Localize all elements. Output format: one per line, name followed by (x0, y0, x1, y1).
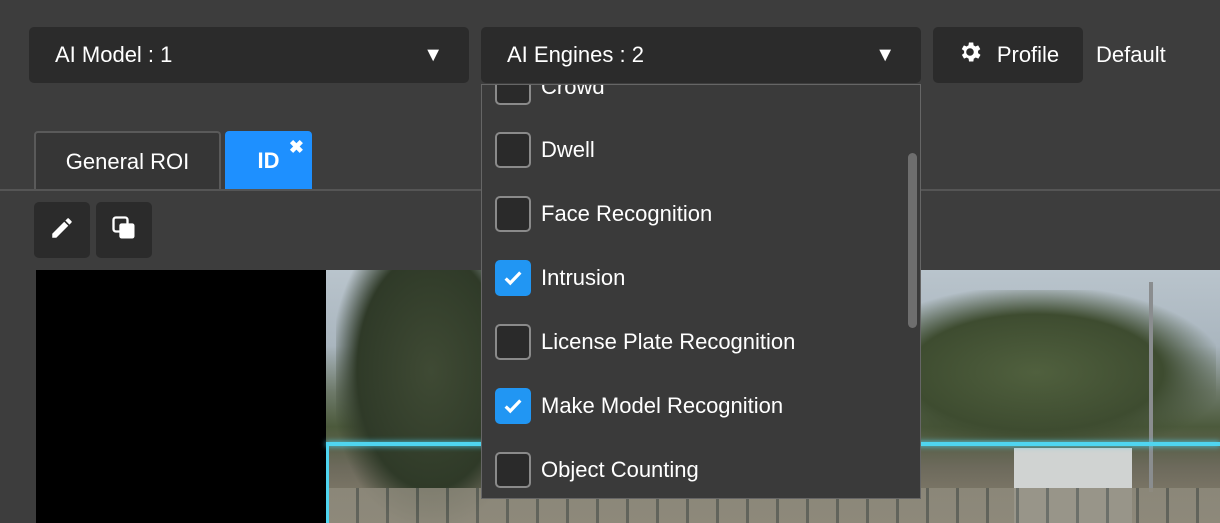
profile-value: Default (1096, 42, 1166, 67)
tree-shape (916, 290, 1216, 440)
copy-button[interactable] (96, 202, 152, 258)
option-label: Face Recognition (541, 201, 713, 226)
close-icon[interactable]: ✖ (289, 137, 304, 158)
checkbox[interactable] (495, 196, 531, 232)
checkbox-checked[interactable] (495, 260, 531, 296)
checkmark-icon (504, 399, 522, 414)
caret-down-icon: ▼ (423, 43, 443, 66)
option-label: Crowd (541, 84, 605, 99)
engine-option-intrusion[interactable]: Intrusion (495, 258, 625, 298)
engine-option-object-counting[interactable]: Object Counting (495, 450, 699, 490)
profile-button[interactable]: Profile (933, 27, 1083, 83)
tab-id[interactable]: ID ✖ (225, 131, 312, 190)
engine-option-make-model-recognition[interactable]: Make Model Recognition (495, 386, 783, 426)
option-label: Dwell (541, 137, 595, 162)
ai-model-select[interactable]: AI Model : 1 ▼ (29, 27, 469, 83)
checkbox[interactable] (495, 132, 531, 168)
engine-option-dwell[interactable]: Dwell (495, 130, 595, 170)
ai-engines-dropdown-menu[interactable]: Crowd Dwell Face Recognition Intrusion L… (481, 84, 921, 499)
option-label: Object Counting (541, 457, 699, 482)
profile-button-label: Profile (996, 42, 1060, 67)
ai-model-label: AI Model : 1 (55, 42, 173, 67)
copy-icon (110, 214, 138, 247)
checkbox[interactable] (495, 452, 531, 488)
ai-engines-label: AI Engines : 2 (507, 42, 644, 67)
roi-boundary-edge[interactable] (326, 442, 329, 523)
option-label: Make Model Recognition (541, 393, 784, 418)
gear-icon (957, 39, 983, 71)
edit-button[interactable] (34, 202, 90, 258)
checkbox-checked[interactable] (495, 388, 531, 424)
ai-engines-select[interactable]: AI Engines : 2 ▼ (481, 27, 921, 83)
scrollbar-thumb[interactable] (908, 153, 917, 328)
option-label: Intrusion (541, 265, 626, 290)
light-pole (1149, 282, 1153, 492)
pencil-icon (49, 215, 75, 246)
engine-option-license-plate-recognition[interactable]: License Plate Recognition (495, 322, 795, 362)
checkbox[interactable] (495, 85, 531, 105)
engine-option-face-recognition[interactable]: Face Recognition (495, 194, 712, 234)
engine-option-crowd[interactable]: Crowd (495, 84, 605, 107)
tab-label: General ROI (65, 148, 190, 174)
checkbox[interactable] (495, 324, 531, 360)
caret-down-icon: ▼ (875, 43, 895, 66)
option-label: License Plate Recognition (541, 329, 796, 354)
tab-label: ID (257, 147, 280, 173)
checkmark-icon (504, 271, 522, 286)
tab-general-roi[interactable]: General ROI (34, 131, 221, 190)
